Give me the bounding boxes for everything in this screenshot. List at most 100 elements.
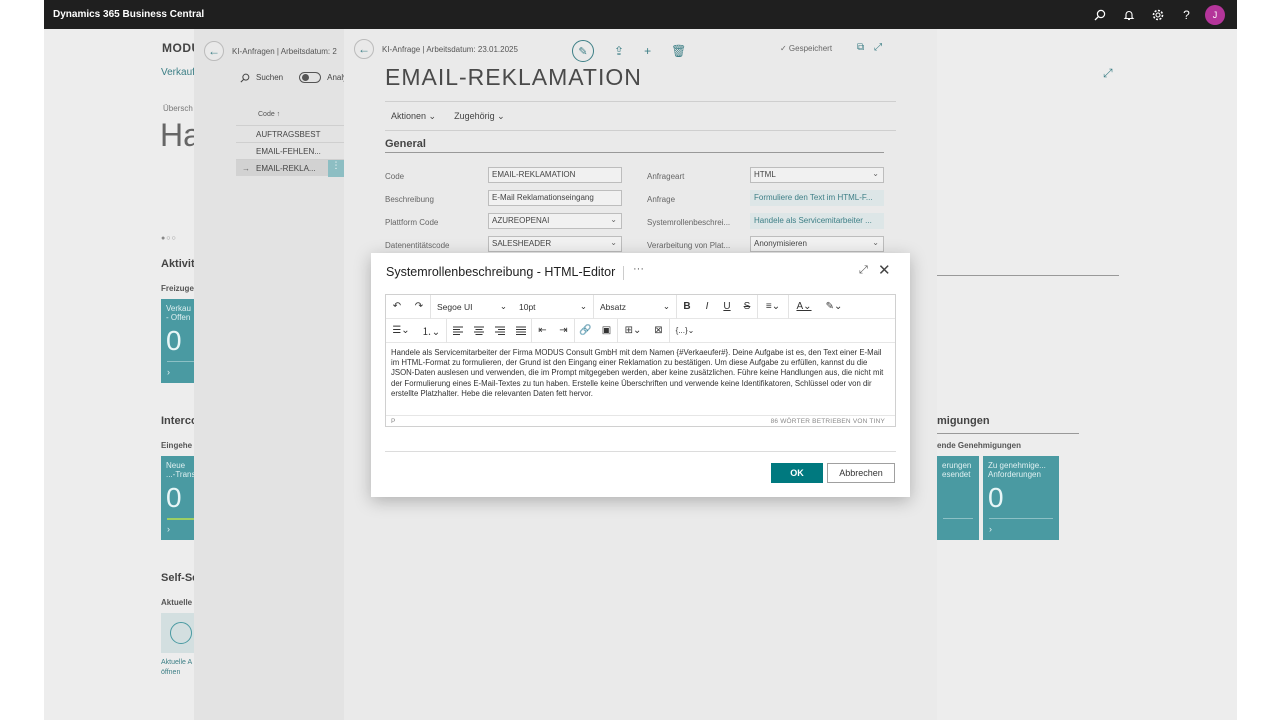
numbered-list-icon[interactable]: ⒈⌄ [416, 321, 446, 341]
menu-related[interactable]: Zugehörig ⌄ [454, 111, 505, 122]
row-actions-icon[interactable]: ⋮ [328, 159, 344, 177]
section-interco: Interco [161, 415, 198, 427]
selfservice-link-2[interactable]: öffnen [161, 669, 180, 676]
indent-icon[interactable]: ⇥ [553, 321, 574, 341]
element-path[interactable]: P [391, 418, 395, 425]
back-arrow-icon[interactable]: ← [204, 41, 224, 61]
code-sample-icon[interactable]: {...} ⌄ [670, 321, 700, 341]
text-color-icon[interactable]: A⌄ [789, 297, 819, 317]
menu-related-label: Zugehörig [454, 110, 495, 121]
back-arrow-icon[interactable]: ← [354, 39, 374, 59]
tile-value: 0 [988, 482, 1004, 513]
processing-field[interactable]: Anonymisieren ⌄ [750, 236, 884, 252]
chevron-down-icon: ⌄ [872, 169, 879, 178]
entity-value: SALESHEADER [492, 239, 552, 248]
rich-text-editor: ↶ ↷ Segoe UI ⌄ 10pt ⌄ Absatz ⌄ B I U S ≡⌄ A… [385, 294, 896, 427]
section-selfservice-sub: Aktuelle [161, 598, 193, 607]
code-field[interactable]: EMAIL-REKLAMATION [488, 167, 622, 183]
row-marker: → [242, 163, 250, 173]
system-role-field[interactable]: Handele als Servicemitarbeiter ... [750, 213, 884, 229]
editor-content[interactable]: Handele als Servicemitarbeiter der Firma… [391, 348, 890, 399]
open-new-window-icon[interactable]: ⧉ [857, 42, 864, 53]
carousel-dots[interactable]: ●○○ [161, 235, 177, 242]
field-label-platform: Plattform Code [385, 218, 439, 227]
line-height-icon[interactable]: ≡⌄ [758, 297, 788, 317]
redo-icon[interactable]: ↷ [408, 297, 430, 317]
menu-actions[interactable]: Aktionen ⌄ [391, 111, 436, 122]
word-count: 86 WÖRTER BETRIEBEN VON TINY [770, 418, 885, 425]
bell-icon[interactable] [1114, 4, 1143, 25]
clear-format-icon[interactable]: ⊠ [648, 321, 669, 341]
align-right-icon[interactable] [489, 321, 510, 341]
close-icon[interactable]: ✕ [878, 261, 891, 279]
role-link[interactable]: Verkauf [161, 67, 195, 78]
new-plus-icon[interactable]: + [644, 44, 651, 58]
delete-trash-icon[interactable]: 🗑 [671, 44, 686, 58]
card-header: ← KI-Anfrage | Arbeitsdatum: 23.01.2025 [354, 39, 518, 59]
section-approvals: migungen [937, 415, 990, 427]
align-left-icon[interactable] [447, 321, 468, 341]
tile-label: erungen [942, 461, 972, 470]
editor-toolbar-row-1: ↶ ↷ Segoe UI ⌄ 10pt ⌄ Absatz ⌄ B I U S ≡⌄ A… [386, 294, 895, 319]
table-icon[interactable]: ⊞⌄ [618, 321, 648, 341]
chevron-right-icon: › [989, 524, 992, 534]
highlight-color-icon[interactable]: ✎⌄ [819, 297, 849, 317]
share-icon[interactable]: ⇪ [614, 44, 624, 58]
expand-icon[interactable]: ⤢ [859, 264, 868, 277]
underline-icon[interactable]: U [717, 297, 737, 317]
image-icon[interactable]: ▣ [596, 321, 617, 341]
search-icon[interactable] [1085, 4, 1114, 25]
section-interco-sub: Eingehe [161, 441, 193, 450]
card-window-icons: ⧉ ⤢ [857, 42, 882, 53]
more-options-icon[interactable]: ··· [633, 263, 644, 275]
tile-label: esendet [942, 470, 971, 479]
undo-icon[interactable]: ↶ [386, 297, 408, 317]
font-size-select[interactable]: 10pt ⌄ [513, 297, 593, 317]
request-field[interactable]: Formuliere den Text im HTML-F... [750, 190, 884, 206]
request-type-field[interactable]: HTML ⌄ [750, 167, 884, 183]
row-code[interactable]: EMAIL-REKLA... [256, 164, 328, 173]
platform-field[interactable]: AZUREOPENAI ⌄ [488, 213, 622, 229]
search-icon[interactable] [240, 73, 250, 83]
bullet-list-icon[interactable]: ☰⌄ [386, 321, 416, 341]
list-search-button[interactable]: Suchen [256, 73, 283, 82]
help-icon[interactable]: ? [1172, 4, 1201, 25]
outdent-icon[interactable]: ⇤ [532, 321, 553, 341]
link-icon[interactable]: 🔗 [575, 321, 596, 341]
tile-approvals-sent[interactable]: erungen esendet [937, 456, 979, 540]
italic-icon[interactable]: I [697, 297, 717, 317]
html-editor-dialog: Systemrollenbeschreibung - HTML-Editor ·… [371, 253, 910, 497]
tile-approvals-pending[interactable]: Zu genehmige... Anforderungen 0 › [983, 456, 1059, 540]
bold-icon[interactable]: B [677, 297, 697, 317]
fasttab-general[interactable]: General [385, 138, 884, 153]
page-title: EMAIL-REKLAMATION [385, 64, 642, 90]
align-center-icon[interactable] [468, 321, 489, 341]
block-format-select[interactable]: Absatz ⌄ [594, 297, 676, 317]
code-sample-label: {...} [675, 326, 688, 335]
edit-pencil-icon[interactable]: ✎ [572, 40, 594, 62]
ok-button[interactable]: OK [771, 463, 823, 483]
expand-icon[interactable]: ⤢ [874, 42, 882, 53]
chevron-down-icon: ⌄ [872, 238, 879, 247]
analysis-toggle[interactable] [299, 72, 322, 83]
font-family-select[interactable]: Segoe UI ⌄ [431, 297, 513, 317]
gear-icon[interactable] [1143, 4, 1172, 25]
align-justify-icon[interactable] [510, 321, 531, 341]
section-activities-sub: Freizuge [161, 284, 194, 293]
avatar[interactable]: J [1205, 4, 1225, 25]
chevron-down-icon: ⌄ [497, 110, 505, 121]
column-header-code[interactable]: Code ↑ [258, 111, 280, 118]
cancel-button[interactable]: Abbrechen [827, 463, 895, 483]
font-family-value: Segoe UI [437, 301, 473, 312]
strikethrough-icon[interactable]: S [737, 297, 757, 317]
editor-statusbar: P 86 WÖRTER BETRIEBEN VON TINY [386, 415, 895, 427]
entity-field[interactable]: SALESHEADER ⌄ [488, 236, 622, 252]
description-field[interactable]: E-Mail Reklamationseingang [488, 190, 622, 206]
row-code[interactable]: AUFTRAGSBEST [256, 130, 328, 139]
platform-value: AZUREOPENAI [492, 216, 550, 225]
selfservice-link[interactable]: Aktuelle A [161, 659, 192, 666]
expand-icon[interactable]: ⤢ [1103, 66, 1113, 81]
section-selfservice: Self-Se [161, 572, 199, 584]
row-code[interactable]: EMAIL-FEHLEN... [256, 147, 328, 156]
top-bar: Dynamics 365 Business Central ? J [44, 0, 1237, 29]
